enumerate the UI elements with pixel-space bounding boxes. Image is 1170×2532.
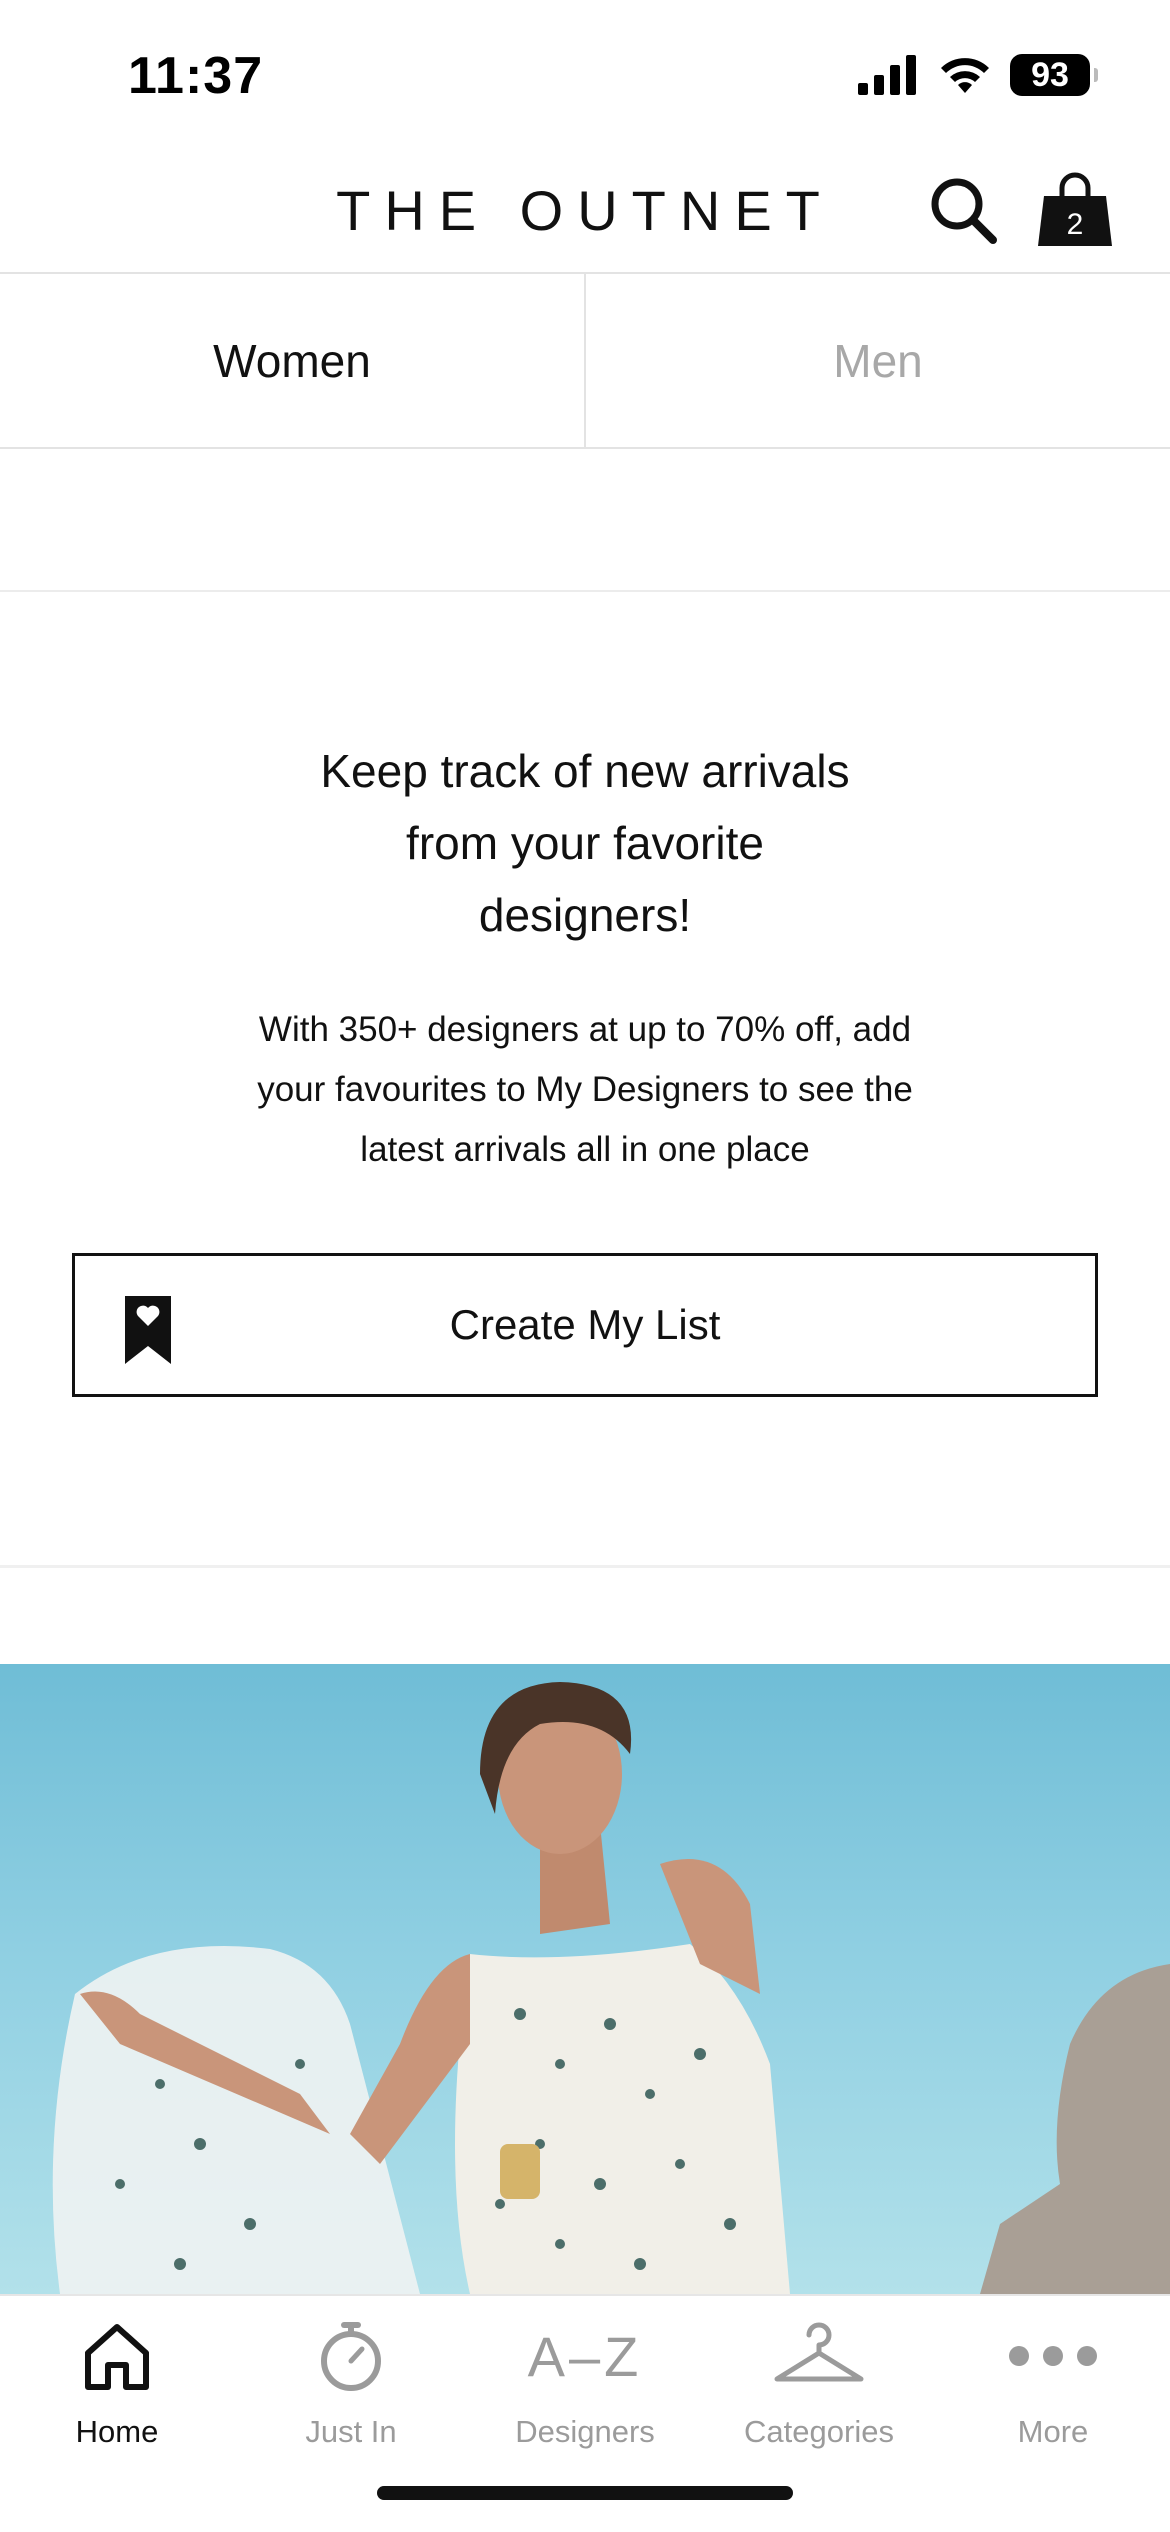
status-icons: 93 — [858, 54, 1098, 96]
status-bar: 11:37 93 — [0, 0, 1170, 150]
promo-body-line: your favourites to My Designers to see t… — [257, 1070, 913, 1109]
battery-icon: 93 — [1010, 54, 1098, 96]
promo-title: Keep track of new arrivals from your fav… — [260, 735, 910, 951]
nav-categories[interactable]: Categories — [702, 2316, 936, 2466]
tab-men[interactable]: Men — [584, 274, 1170, 447]
hero-photo-illustration — [52, 1682, 1170, 2294]
nav-designers[interactable]: A–Z Designers — [468, 2316, 702, 2466]
shopping-bag-button[interactable]: 2 — [1032, 166, 1118, 252]
section-divider — [0, 1565, 1170, 1568]
nav-label: Categories — [744, 2414, 894, 2449]
bag-count-badge: 2 — [1066, 208, 1084, 241]
app-header: THE OUTNET 2 — [0, 150, 1170, 274]
promo-title-line: designers! — [478, 889, 692, 941]
stopwatch-icon — [321, 2322, 381, 2391]
a-z-icon: A–Z — [527, 2324, 643, 2388]
nav-just-in[interactable]: Just In — [234, 2316, 468, 2466]
bookmark-heart-icon — [125, 1296, 171, 1364]
promo-body-line: latest arrivals all in one place — [360, 1130, 810, 1169]
hanger-icon — [774, 2322, 864, 2382]
search-icon[interactable] — [925, 172, 1001, 248]
battery-level: 93 — [1031, 55, 1069, 94]
nav-label: Home — [75, 2414, 159, 2449]
promo-body-line: With 350+ designers at up to 70% off, ad… — [258, 1010, 912, 1049]
nav-label: Just In — [305, 2414, 397, 2449]
promo-description: With 350+ designers at up to 70% off, ad… — [220, 1000, 950, 1180]
create-my-list-button[interactable]: Create My List — [72, 1253, 1098, 1397]
section-divider — [0, 590, 1170, 592]
promo-title-line: Keep track of new arrivals — [320, 745, 850, 797]
nav-home[interactable]: Home — [0, 2316, 234, 2466]
wifi-icon — [941, 58, 989, 93]
nav-label: More — [1017, 2414, 1089, 2449]
cellular-signal-icon — [858, 55, 916, 95]
home-icon — [85, 2324, 149, 2390]
gender-tabs: Women Men — [0, 274, 1170, 449]
promo-title-line: from your favorite — [406, 817, 764, 869]
cta-label: Create My List — [449, 1301, 721, 1348]
status-time: 11:37 — [128, 47, 264, 105]
nav-more[interactable]: More — [936, 2316, 1170, 2466]
home-indicator[interactable] — [377, 2486, 793, 2500]
more-icon — [1009, 2346, 1097, 2366]
nav-label: Designers — [515, 2414, 655, 2449]
hero-banner-image[interactable] — [0, 1664, 1170, 2294]
tab-women[interactable]: Women — [0, 274, 584, 447]
